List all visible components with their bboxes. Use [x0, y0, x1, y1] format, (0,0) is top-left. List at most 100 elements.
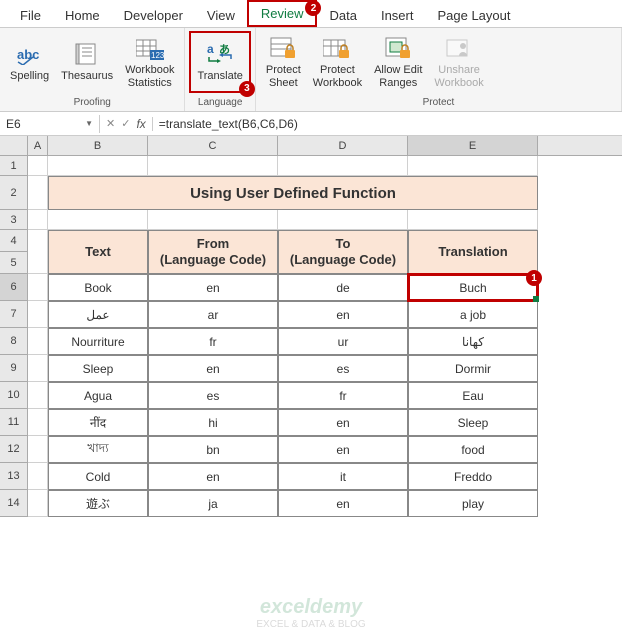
protect-workbook-button[interactable]: Protect Workbook — [307, 31, 368, 93]
cell-text[interactable]: 遊ぶ — [48, 490, 148, 517]
cell[interactable] — [28, 436, 48, 463]
name-box-dropdown-icon[interactable]: ▼ — [85, 119, 93, 128]
row-header-5[interactable]: 5 — [0, 252, 28, 274]
col-header-c[interactable]: C — [148, 136, 278, 155]
header-from[interactable]: From (Language Code) — [148, 230, 278, 274]
cell-translation[interactable]: play — [408, 490, 538, 517]
workbook-statistics-button[interactable]: 123 Workbook Statistics — [119, 31, 180, 93]
cell-to[interactable]: en — [278, 490, 408, 517]
cell[interactable] — [28, 409, 48, 436]
cell[interactable] — [28, 176, 48, 210]
cell[interactable] — [278, 210, 408, 230]
spelling-button[interactable]: abc Spelling — [4, 31, 55, 93]
row-header-8[interactable]: 8 — [0, 328, 28, 355]
cell[interactable] — [278, 156, 408, 176]
cell-text[interactable]: Sleep — [48, 355, 148, 382]
thesaurus-button[interactable]: Thesaurus — [55, 31, 119, 93]
cell[interactable] — [148, 210, 278, 230]
cell-to[interactable]: ur — [278, 328, 408, 355]
tab-data[interactable]: Data — [317, 4, 368, 27]
cell[interactable] — [28, 490, 48, 517]
cell-text[interactable]: नींद — [48, 409, 148, 436]
row-header-3[interactable]: 3 — [0, 210, 28, 230]
cell[interactable] — [148, 156, 278, 176]
cancel-icon[interactable]: ✕ — [106, 117, 115, 130]
cell-translation[interactable]: Buch1 — [408, 274, 538, 301]
row-header-11[interactable]: 11 — [0, 409, 28, 436]
cell-to[interactable]: es — [278, 355, 408, 382]
cell[interactable] — [28, 230, 48, 274]
unshare-workbook-button[interactable]: Unshare Workbook — [428, 31, 489, 93]
tab-review[interactable]: Review 2 — [247, 0, 318, 27]
cell[interactable] — [48, 210, 148, 230]
header-translation[interactable]: Translation — [408, 230, 538, 274]
cell[interactable] — [28, 382, 48, 409]
col-header-e[interactable]: E — [408, 136, 538, 155]
tab-developer[interactable]: Developer — [112, 4, 195, 27]
translate-button[interactable]: aあ Translate 3 — [189, 31, 250, 93]
enter-icon[interactable]: ✓ — [121, 117, 130, 130]
cell[interactable] — [28, 210, 48, 230]
col-header-a[interactable]: A — [28, 136, 48, 155]
row-header-1[interactable]: 1 — [0, 156, 28, 176]
cell-text[interactable]: খাদ্য — [48, 436, 148, 463]
cell-translation[interactable]: Sleep — [408, 409, 538, 436]
cell[interactable] — [408, 210, 538, 230]
allow-edit-ranges-button[interactable]: Allow Edit Ranges — [368, 31, 428, 93]
cell-from[interactable]: ja — [148, 490, 278, 517]
cell-from[interactable]: hi — [148, 409, 278, 436]
cell-from[interactable]: ar — [148, 301, 278, 328]
cell[interactable] — [28, 355, 48, 382]
col-header-d[interactable]: D — [278, 136, 408, 155]
cell-to[interactable]: en — [278, 436, 408, 463]
fx-icon[interactable]: fx — [136, 117, 145, 131]
cell[interactable] — [28, 274, 48, 301]
tab-page-layout[interactable]: Page Layout — [425, 4, 522, 27]
col-header-b[interactable]: B — [48, 136, 148, 155]
row-header-13[interactable]: 13 — [0, 463, 28, 490]
cell-translation[interactable]: Freddo — [408, 463, 538, 490]
cell-translation[interactable]: a job — [408, 301, 538, 328]
cell-from[interactable]: en — [148, 463, 278, 490]
select-all-corner[interactable] — [0, 136, 28, 155]
row-header-9[interactable]: 9 — [0, 355, 28, 382]
tab-file[interactable]: File — [8, 4, 53, 27]
cell-text[interactable]: Agua — [48, 382, 148, 409]
cell[interactable] — [28, 328, 48, 355]
cell-text[interactable]: Book — [48, 274, 148, 301]
cell[interactable] — [408, 156, 538, 176]
cell-translation[interactable]: کھانا — [408, 328, 538, 355]
row-header-6[interactable]: 6 — [0, 274, 28, 301]
cell-text[interactable]: عمل — [48, 301, 148, 328]
cell[interactable] — [48, 156, 148, 176]
cell[interactable] — [28, 156, 48, 176]
cell-from[interactable]: bn — [148, 436, 278, 463]
row-header-7[interactable]: 7 — [0, 301, 28, 328]
row-header-12[interactable]: 12 — [0, 436, 28, 463]
cell-from[interactable]: fr — [148, 328, 278, 355]
tab-view[interactable]: View — [195, 4, 247, 27]
cell[interactable] — [28, 301, 48, 328]
header-text[interactable]: Text — [48, 230, 148, 274]
cell-from[interactable]: en — [148, 274, 278, 301]
header-to[interactable]: To (Language Code) — [278, 230, 408, 274]
cell-to[interactable]: fr — [278, 382, 408, 409]
cell-to[interactable]: it — [278, 463, 408, 490]
cell[interactable] — [28, 463, 48, 490]
cell-text[interactable]: Nourriture — [48, 328, 148, 355]
cell-translation[interactable]: Eau — [408, 382, 538, 409]
cell-translation[interactable]: food — [408, 436, 538, 463]
tab-home[interactable]: Home — [53, 4, 112, 27]
formula-bar[interactable]: =translate_text(B6,C6,D6) — [153, 115, 622, 133]
protect-sheet-button[interactable]: Protect Sheet — [260, 31, 307, 93]
cell-to[interactable]: en — [278, 409, 408, 436]
row-header-14[interactable]: 14 — [0, 490, 28, 517]
name-box[interactable]: E6 ▼ — [0, 115, 100, 133]
cell-translation[interactable]: Dormir — [408, 355, 538, 382]
tab-insert[interactable]: Insert — [369, 4, 426, 27]
row-header-2[interactable]: 2 — [0, 176, 28, 210]
cell-text[interactable]: Cold — [48, 463, 148, 490]
cell-to[interactable]: de — [278, 274, 408, 301]
cell-to[interactable]: en — [278, 301, 408, 328]
cell-from[interactable]: es — [148, 382, 278, 409]
